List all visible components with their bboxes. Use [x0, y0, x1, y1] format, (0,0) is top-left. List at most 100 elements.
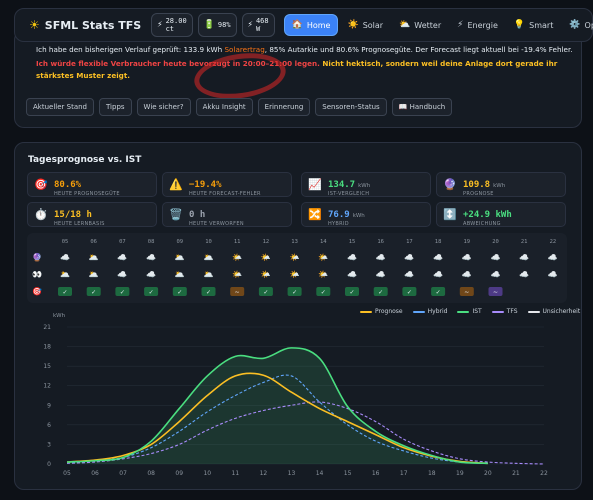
- data-point-prognose: [291, 392, 292, 393]
- score-mark: ✓: [91, 289, 96, 296]
- stat-icon: ⚠️: [169, 178, 183, 191]
- actual-weather-icon: 🌤️: [261, 270, 271, 279]
- nav-solar[interactable]: ☀️ Solar: [340, 14, 390, 36]
- aktueller-stand-button[interactable]: Aktueller Stand: [26, 98, 94, 116]
- forecast-chart[interactable]: kWh 0 3 6 9 12 15 18 21 05 06 07 08 09 10 11 12 13 14 15 16 1…: [27, 304, 570, 484]
- hour-label: 09: [176, 239, 183, 245]
- row-icon: 🎯: [32, 287, 42, 296]
- forecast-title: Tagesprognose vs. IST: [28, 155, 142, 165]
- stat-label: HEUTE FORECAST-FEHLER: [189, 190, 261, 197]
- stat-icon: ↕️: [443, 208, 457, 221]
- gear-icon: ⚙️: [569, 20, 581, 30]
- forecast-weather-icon: ☁️: [117, 253, 127, 262]
- forecast-weather-icon: 🌥️: [175, 253, 185, 262]
- nav-smart[interactable]: 💡 Smart: [507, 14, 560, 36]
- stat-card: 🔀 76.9 kWh HYBRID: [301, 202, 431, 227]
- data-point-hybrid: [207, 411, 208, 412]
- stat-label: HEUTE VERWORFEN: [189, 220, 244, 227]
- x-tick-label: 07: [119, 470, 127, 477]
- hour-label: 20: [492, 239, 499, 245]
- nav-energie[interactable]: ⚡ Energie: [450, 14, 505, 36]
- forecast-weather-icon: ☁️: [347, 253, 357, 262]
- actual-weather-icon: ☁️: [462, 270, 472, 279]
- hour-label: 05: [62, 239, 69, 245]
- data-point-ist: [207, 375, 208, 376]
- data-point-tfs: [291, 405, 292, 406]
- hourly-grid: 🔮 👀 🎯 05 ☁️ 🌥️ ✓ 06 🌥️ 🌥️ ✓ 07 ☁️ ☁️ ✓ 08 ☁️ ☁️ ✓ 09 🌥️ 🌥️ ✓ 10…: [27, 233, 567, 303]
- hour-label: 16: [377, 239, 384, 245]
- nav-label: Energie: [467, 20, 498, 30]
- hour-label: 13: [291, 239, 298, 245]
- insight-text-2: Ich würde flexible Verbraucher heute bev…: [36, 58, 576, 82]
- forecast-weather-icon: ☁️: [146, 253, 156, 262]
- cloud-sun-icon: ⛅: [399, 20, 411, 30]
- x-tick-label: 05: [63, 470, 71, 477]
- hour-label: 18: [435, 239, 442, 245]
- stat-value: 76.9: [328, 209, 350, 220]
- y-tick-label: 12: [43, 383, 51, 390]
- stat-icon: 📈: [308, 178, 322, 191]
- x-tick-label: 08: [147, 470, 155, 477]
- data-point-prognose: [403, 447, 404, 448]
- stat-value: 109.8: [463, 179, 491, 190]
- stat-value: −19.4%: [189, 179, 222, 190]
- nav-options[interactable]: ⚙️Op: [562, 14, 593, 36]
- data-point-hybrid: [319, 401, 320, 402]
- stat-card: ⏱️ 15/18 h HEUTE LERNBASIS: [27, 202, 157, 227]
- actual-weather-icon: 🌥️: [89, 270, 99, 279]
- score-mark: ✓: [120, 289, 125, 296]
- power-chip[interactable]: ⚡ 468 W: [241, 13, 275, 37]
- stat-label: HEUTE PROGNOSEGÜTE: [54, 190, 120, 197]
- hour-label: 10: [205, 239, 212, 245]
- nav-wetter[interactable]: ⛅ Wetter: [392, 14, 448, 36]
- nav-label: Op: [584, 20, 593, 30]
- nav-home[interactable]: 🏠 Home: [283, 14, 339, 36]
- hour-label: 19: [463, 239, 470, 245]
- erinnerung-button[interactable]: Erinnerung: [257, 98, 311, 116]
- actual-weather-icon: ☁️: [117, 270, 127, 279]
- data-point-ist: [235, 356, 236, 357]
- nav-label: Home: [306, 20, 331, 30]
- scrollbar[interactable]: [588, 0, 593, 500]
- x-tick-label: 13: [288, 470, 296, 477]
- x-tick-label: 15: [344, 470, 352, 477]
- y-tick-label: 6: [47, 422, 51, 429]
- stat-card: ↕️ +24.9 kWh ABWEICHUNG: [436, 202, 566, 227]
- stat-value: +24.9 kWh: [463, 209, 512, 220]
- battery-chip[interactable]: 🔋 98%: [197, 13, 237, 37]
- hour-label: 14: [320, 239, 327, 245]
- bolt-icon: ⚡: [457, 20, 464, 30]
- insight-text: Ich habe den bisherigen Verlauf geprüft:…: [36, 45, 225, 54]
- data-point-tfs: [403, 439, 404, 440]
- stat-value: 0 h: [189, 209, 206, 220]
- forecast-weather-icon: ☁️: [519, 253, 529, 262]
- data-point-hybrid: [291, 375, 292, 376]
- actual-weather-icon: 🌤️: [318, 270, 328, 279]
- sun-icon: ☀: [29, 18, 40, 32]
- data-point-prognose: [263, 375, 264, 376]
- stat-card: 🎯 80.6% HEUTE PROGNOSEGÜTE: [27, 172, 157, 197]
- tipps-button[interactable]: Tipps: [99, 98, 132, 116]
- handbuch-button[interactable]: 📖 Handbuch: [391, 98, 453, 116]
- score-mark: ✓: [436, 289, 441, 296]
- akku-insight-button[interactable]: Akku Insight: [195, 98, 253, 116]
- actual-weather-icon: 🌥️: [204, 270, 214, 279]
- hour-label: 21: [521, 239, 528, 245]
- hour-label: 22: [550, 239, 557, 245]
- sensoren-status-button[interactable]: Sensoren-Status: [315, 98, 387, 116]
- price-chip[interactable]: ⚡ 28.00 ct: [151, 13, 193, 37]
- forecast-weather-icon: 🌥️: [204, 253, 214, 262]
- data-point-hybrid: [235, 395, 236, 396]
- wie-sicher-button[interactable]: Wie sicher?: [136, 98, 191, 116]
- forecast-weather-icon: ☁️: [491, 253, 501, 262]
- actual-weather-icon: 🌥️: [60, 270, 70, 279]
- forecast-weather-icon: ☁️: [60, 253, 70, 262]
- power-unit: W: [255, 25, 261, 33]
- hour-label: 11: [234, 239, 241, 245]
- stat-value: 80.6%: [54, 179, 82, 190]
- hour-label: 17: [406, 239, 413, 245]
- data-point-hybrid: [403, 450, 404, 451]
- forecast-weather-icon: ☁️: [404, 253, 414, 262]
- data-point-tfs: [179, 444, 180, 445]
- score-mark: ✓: [378, 289, 383, 296]
